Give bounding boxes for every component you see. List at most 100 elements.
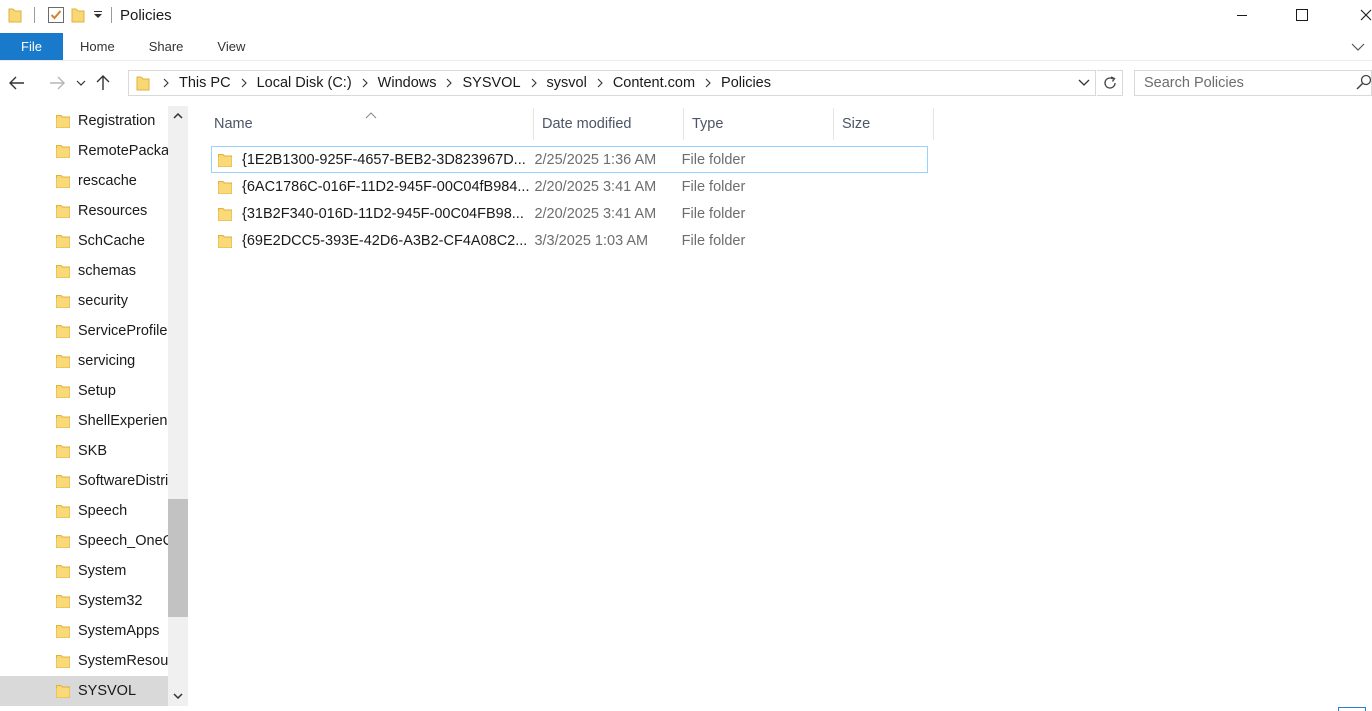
sidebar-item-label: ServiceProfiles: [78, 323, 168, 339]
recent-locations-button[interactable]: [72, 68, 90, 98]
tab-share[interactable]: Share: [132, 33, 201, 60]
sidebar-item[interactable]: SchCache: [0, 226, 168, 256]
address-history-dropdown[interactable]: [1073, 71, 1095, 95]
breadcrumb-windows[interactable]: Windows: [376, 75, 439, 91]
minimize-button[interactable]: [1212, 0, 1272, 30]
sidebar-item[interactable]: SoftwareDistribution: [0, 466, 168, 496]
refresh-icon: [1103, 76, 1116, 89]
chevron-up-icon: [173, 113, 183, 119]
sidebar-item[interactable]: ShellExperiences: [0, 406, 168, 436]
minimize-icon: [1237, 15, 1247, 16]
sidebar-item[interactable]: System32: [0, 586, 168, 616]
expand-ribbon-icon[interactable]: [1350, 39, 1366, 55]
chevron-right-icon[interactable]: [233, 71, 255, 95]
file-name: {69E2DCC5-393E-42D6-A3B2-CF4A08C2...: [242, 232, 528, 249]
chevron-right-icon[interactable]: [155, 71, 177, 95]
column-header-type[interactable]: Type: [684, 108, 834, 140]
breadcrumb-this-pc[interactable]: This PC: [177, 75, 233, 91]
file-rows: {1E2B1300-925F-4657-BEB2-3D823967D... 2/2…: [211, 146, 928, 254]
folder-icon: [55, 113, 71, 129]
chevron-right-icon[interactable]: [354, 71, 376, 95]
sidebar-item[interactable]: Speech: [0, 496, 168, 526]
scrollbar-thumb[interactable]: [168, 499, 188, 617]
scroll-up-button[interactable]: [168, 106, 188, 126]
breadcrumb-content-com[interactable]: Content.com: [611, 75, 697, 91]
sidebar-item-label: SYSVOL: [78, 683, 137, 699]
breadcrumb-policies[interactable]: Policies: [719, 75, 773, 91]
table-row[interactable]: {6AC1786C-016F-11D2-945F-00C04fB984... 2/…: [211, 173, 928, 200]
sidebar-item[interactable]: security: [0, 286, 168, 316]
breadcrumb-sysvol-lower[interactable]: sysvol: [545, 75, 589, 91]
folder-icon: [217, 206, 233, 222]
file-date-modified: 2/20/2025 3:41 AM: [534, 205, 657, 222]
customize-toolbar-dropdown-icon[interactable]: [89, 4, 107, 26]
breadcrumb-sysvol[interactable]: SYSVOL: [460, 75, 522, 91]
sidebar-item-label: security: [78, 293, 128, 309]
tab-file[interactable]: File: [0, 33, 63, 60]
up-button[interactable]: [90, 68, 116, 98]
sidebar-item[interactable]: rescache: [0, 166, 168, 196]
folder-icon: [55, 593, 71, 609]
details-view-indicator[interactable]: [1338, 707, 1366, 711]
table-row[interactable]: {1E2B1300-925F-4657-BEB2-3D823967D... 2/2…: [211, 146, 928, 173]
forward-button[interactable]: [42, 68, 72, 98]
close-button[interactable]: [1332, 0, 1372, 30]
folder-icon: [55, 263, 71, 279]
folder-icon: [55, 473, 71, 489]
search-icon[interactable]: [1355, 74, 1372, 92]
table-row[interactable]: {69E2DCC5-393E-42D6-A3B2-CF4A08C2... 3/3/…: [211, 227, 928, 254]
sidebar-item[interactable]: servicing: [0, 346, 168, 376]
folder-icon[interactable]: [4, 4, 26, 26]
chevron-right-icon[interactable]: [589, 71, 611, 95]
back-button[interactable]: [2, 68, 32, 98]
new-folder-icon[interactable]: [67, 4, 89, 26]
refresh-button[interactable]: [1097, 70, 1123, 96]
column-header-name[interactable]: Name: [206, 108, 534, 140]
folder-icon: [55, 443, 71, 459]
sidebar-item[interactable]: RemotePackages: [0, 136, 168, 166]
sidebar-item-label: SystemApps: [78, 623, 160, 639]
sidebar-item-label: SoftwareDistribution: [78, 473, 168, 489]
sidebar-item[interactable]: Registration: [0, 106, 168, 136]
file-list-pane: Name Date modified Type Size {1E2B1300-9…: [206, 106, 1366, 706]
column-headers: Name Date modified Type Size: [206, 108, 934, 140]
chevron-right-icon[interactable]: [523, 71, 545, 95]
sidebar-item[interactable]: SYSVOL: [0, 676, 168, 706]
sidebar-item-label: Setup: [78, 383, 116, 399]
table-row[interactable]: {31B2F340-016D-11D2-945F-00C04FB98... 2/2…: [211, 200, 928, 227]
column-header-date-modified[interactable]: Date modified: [534, 108, 684, 140]
search-box[interactable]: [1134, 70, 1372, 96]
title-bar: Policies: [0, 0, 1372, 30]
sidebar-item-label: Registration: [78, 113, 156, 129]
maximize-button[interactable]: [1272, 0, 1332, 30]
folder-icon: [55, 203, 71, 219]
chevron-right-icon[interactable]: [438, 71, 460, 95]
properties-icon[interactable]: [45, 4, 67, 26]
address-bar[interactable]: This PC Local Disk (C:) Windows SYSVOL s…: [128, 70, 1096, 96]
sidebar-item[interactable]: Setup: [0, 376, 168, 406]
column-header-size[interactable]: Size: [834, 108, 934, 140]
sidebar-item[interactable]: ServiceProfiles: [0, 316, 168, 346]
sidebar-item[interactable]: System: [0, 556, 168, 586]
chevron-down-icon: [173, 693, 183, 699]
search-input[interactable]: [1135, 75, 1345, 91]
sidebar-item[interactable]: SystemApps: [0, 616, 168, 646]
sidebar-item-label: ShellExperiences: [78, 413, 168, 429]
sidebar-item[interactable]: schemas: [0, 256, 168, 286]
folder-icon: [55, 353, 71, 369]
navigation-scrollbar[interactable]: [168, 106, 188, 706]
chevron-right-icon[interactable]: [697, 71, 719, 95]
folder-icon: [131, 71, 155, 95]
folder-icon: [55, 323, 71, 339]
folder-icon: [55, 653, 71, 669]
tab-home[interactable]: Home: [63, 33, 132, 60]
sidebar-item[interactable]: SKB: [0, 436, 168, 466]
folder-icon: [55, 563, 71, 579]
sidebar-item[interactable]: Resources: [0, 196, 168, 226]
folder-icon: [217, 233, 233, 249]
scroll-down-button[interactable]: [168, 686, 188, 706]
tab-view[interactable]: View: [200, 33, 262, 60]
sidebar-item[interactable]: Speech_OneCore: [0, 526, 168, 556]
sidebar-item[interactable]: SystemResources: [0, 646, 168, 676]
breadcrumb-local-disk[interactable]: Local Disk (C:): [255, 75, 354, 91]
